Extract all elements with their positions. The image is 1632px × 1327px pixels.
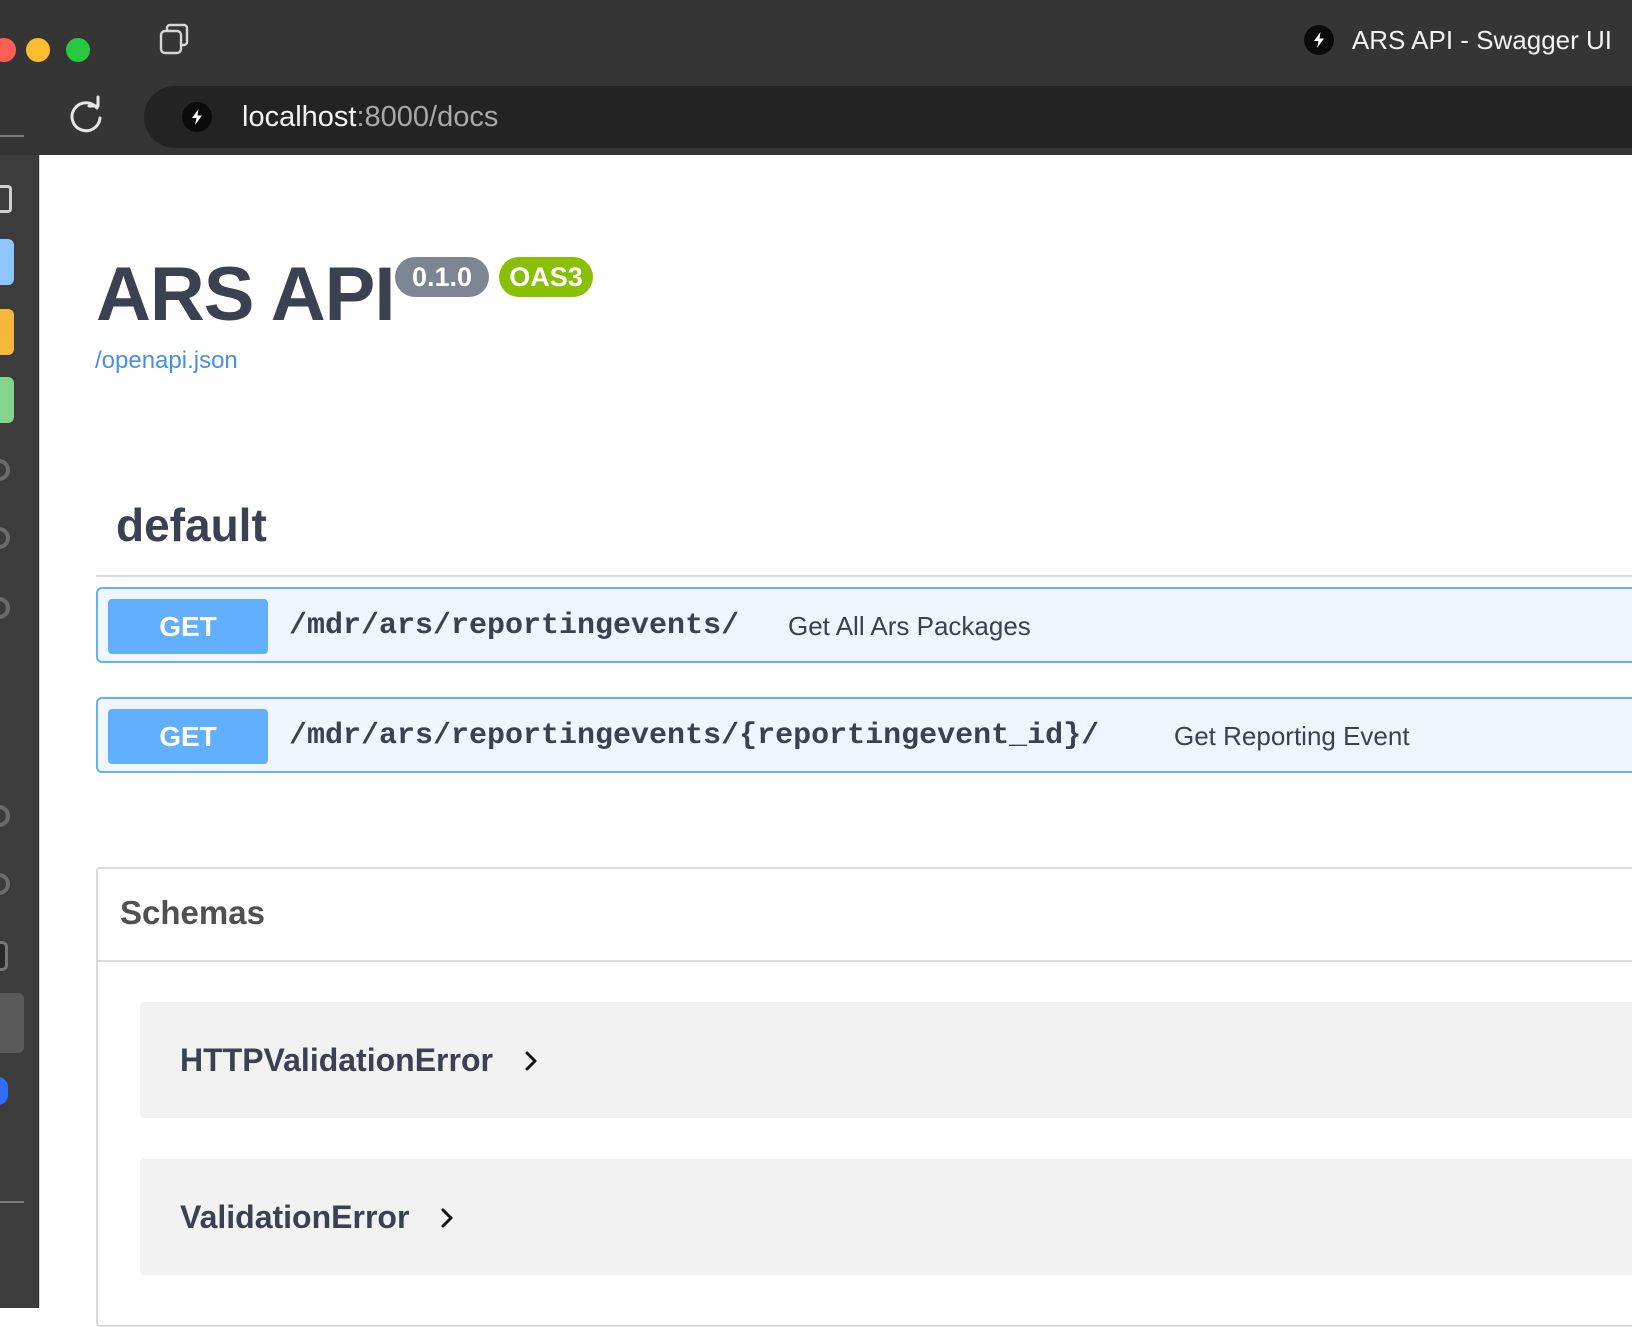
section-divider [96, 575, 1632, 577]
operation-get-reporting-event[interactable]: GET /mdr/ars/reportingevents/{reportinge… [96, 697, 1632, 773]
sidebar-item-app-2[interactable] [0, 527, 10, 549]
sidebar-divider [0, 135, 24, 137]
sidebar-item-app-5[interactable] [0, 873, 10, 895]
active-tab[interactable]: ARS API - Swagger UI [1303, 20, 1612, 60]
operation-path: /mdr/ars/reportingevents/{reportingevent… [289, 719, 1100, 753]
operation-summary: Get All Ars Packages [788, 611, 1031, 641]
chevron-right-icon[interactable] [436, 1207, 458, 1229]
sidebar-item-blue[interactable] [0, 239, 14, 285]
method-badge: GET [108, 599, 268, 654]
section-title[interactable]: default [116, 496, 267, 554]
version-badge: 0.1.0 [395, 257, 489, 297]
tab-overview-icon[interactable] [158, 22, 194, 56]
reload-icon[interactable] [64, 94, 108, 138]
oas-badge: OAS3 [499, 257, 593, 297]
chevron-right-icon[interactable] [520, 1050, 542, 1072]
schema-item-httpvalidationerror[interactable]: HTTPValidationError [140, 1002, 1632, 1118]
sidebar-item-notes[interactable] [0, 185, 12, 213]
url-path: :8000/docs [356, 101, 499, 133]
operation-get-all-ars-packages[interactable]: GET /mdr/ars/reportingevents/ Get All Ar… [96, 587, 1632, 663]
schema-name: ValidationError [180, 1199, 410, 1235]
lightning-bolt-icon [1303, 25, 1334, 55]
schemas-divider [98, 960, 1632, 962]
sidebar-item-app-6[interactable] [0, 941, 8, 971]
minimize-window-icon[interactable] [26, 38, 50, 62]
sidebar-item-app-3[interactable] [0, 597, 10, 619]
url-text[interactable]: localhost:8000/docs [242, 98, 498, 136]
schemas-panel: Schemas HTTPValidationError ValidationEr… [96, 867, 1632, 1327]
close-window-icon[interactable] [0, 38, 16, 62]
window-titlebar: ARS API - Swagger UI [0, 0, 1632, 80]
schema-item-validationerror[interactable]: ValidationError [140, 1159, 1632, 1275]
sidebar-divider [0, 1201, 24, 1203]
schemas-title[interactable]: Schemas [120, 891, 265, 935]
browser-sidebar [0, 135, 39, 1308]
openapi-json-link[interactable]: /openapi.json [95, 344, 238, 378]
sidebar-item-app-7[interactable] [0, 1077, 8, 1105]
sidebar-item-green[interactable] [0, 377, 14, 423]
method-badge: GET [108, 709, 268, 764]
operation-summary: Get Reporting Event [1174, 721, 1410, 751]
sidebar-item-active[interactable] [0, 993, 24, 1053]
sidebar-item-yellow[interactable] [0, 309, 14, 355]
api-title: ARS API [96, 252, 395, 337]
lightning-bolt-icon [182, 102, 212, 132]
zoom-window-icon[interactable] [66, 38, 90, 62]
operation-path: /mdr/ars/reportingevents/ [289, 609, 740, 643]
window-title: ARS API - Swagger UI [1351, 24, 1612, 55]
sidebar-item-app-1[interactable] [0, 459, 10, 481]
sidebar-item-app-4[interactable] [0, 805, 10, 827]
schema-name: HTTPValidationError [180, 1042, 493, 1078]
url-host: localhost [242, 101, 357, 133]
